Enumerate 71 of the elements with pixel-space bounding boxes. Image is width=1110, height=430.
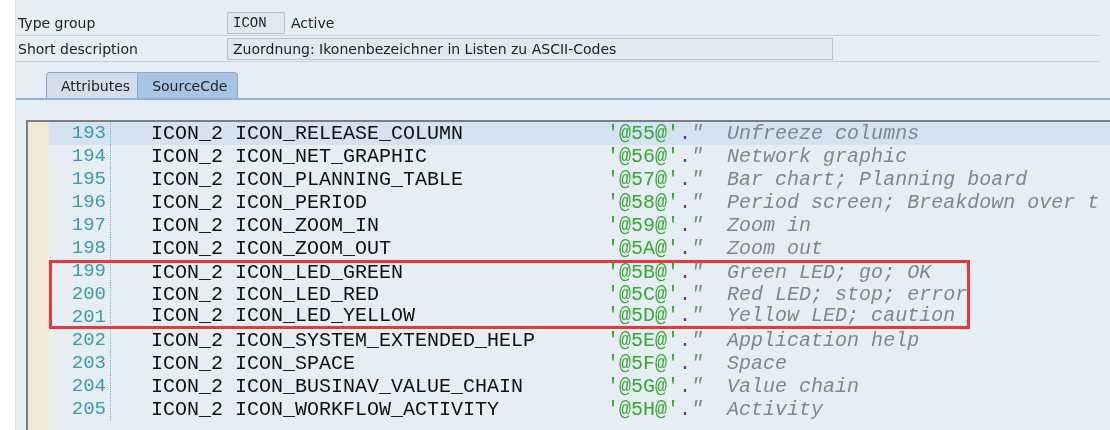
- code-statement: ICON_2 ICON_LED_RED: [151, 284, 381, 305]
- code-comment: " Space: [691, 353, 788, 374]
- code-statement: ICON_2 ICON_SPACE: [151, 353, 357, 374]
- code-statement: ICON_2 ICON_WORKFLOW_ACTIVITY: [151, 399, 501, 420]
- code-comment: " Value chain: [691, 376, 860, 397]
- period-terminator: .: [679, 330, 692, 351]
- line-number: 204: [49, 375, 111, 398]
- period-terminator: .: [679, 306, 692, 326]
- code-statement: ICON_2 ICON_ZOOM_OUT: [151, 238, 393, 259]
- code-statement: ICON_2 ICON_PLANNING_TABLE: [151, 169, 465, 190]
- string-literal: '@5C@': [607, 284, 680, 305]
- line-number: 200: [49, 283, 111, 306]
- code-statement: ICON_2 ICON_NET_GRAPHIC: [151, 146, 429, 167]
- status-text: Active: [291, 14, 335, 31]
- string-literal: '@56@': [607, 146, 680, 167]
- code-comment: " Zoom out: [691, 238, 824, 259]
- code-comment: " Network graphic: [691, 146, 908, 167]
- code-comment: " Zoom in: [691, 215, 812, 236]
- code-statement: ICON_2 ICON_RELEASE_COLUMN: [151, 123, 465, 144]
- code-comment: " Application help: [691, 330, 920, 351]
- code-comment: " Green LED; go; OK: [691, 263, 932, 283]
- code-comment: " Period screen; Breakdown over t: [691, 192, 1100, 213]
- period-terminator: .: [679, 146, 692, 167]
- line-number: 198: [49, 237, 111, 260]
- code-comment: " Unfreeze columns: [691, 123, 920, 144]
- period-terminator: .: [679, 263, 692, 283]
- line-number: 194: [49, 145, 111, 168]
- period-terminator: .: [679, 376, 692, 397]
- code-statement: ICON_2 ICON_SYSTEM_EXTENDED_HELP: [151, 330, 537, 351]
- period-terminator: .: [679, 123, 692, 144]
- line-number: 205: [49, 398, 111, 421]
- code-statement: ICON_2 ICON_BUSINAV_VALUE_CHAIN: [151, 376, 525, 397]
- period-terminator: .: [679, 353, 692, 374]
- string-literal: '@5A@': [607, 238, 680, 259]
- period-terminator: .: [679, 169, 692, 190]
- code-statement: ICON_2 ICON_LED_GREEN: [151, 263, 405, 283]
- tab[interactable]: SourceCde: [137, 72, 239, 98]
- string-literal: '@5D@': [607, 306, 680, 326]
- period-terminator: .: [679, 399, 692, 420]
- string-literal: '@55@': [607, 123, 680, 144]
- period-terminator: .: [679, 215, 692, 236]
- code-comment: " Bar chart; Planning board: [691, 169, 1028, 190]
- input-field[interactable]: Zuordnung: Ikonenbezeichner in Listen zu ASCII-Codes: [227, 37, 833, 60]
- field-label: Type group: [17, 14, 97, 31]
- line-number: 199: [49, 260, 111, 283]
- code-statement: ICON_2 ICON_ZOOM_IN: [151, 215, 381, 236]
- code-comment: " Yellow LED; caution: [691, 306, 956, 326]
- line-number: 202: [49, 329, 111, 352]
- string-literal: '@5G@': [607, 376, 680, 397]
- string-literal: '@5H@': [607, 399, 680, 420]
- period-terminator: .: [679, 238, 692, 259]
- code-statement: ICON_2 ICON_PERIOD: [151, 192, 369, 213]
- line-number: 201: [49, 306, 111, 329]
- field-label: Short description: [17, 40, 139, 57]
- code-statement: ICON_2 ICON_LED_YELLOW: [151, 306, 417, 326]
- string-literal: '@57@': [607, 169, 680, 190]
- code-comment: " Activity: [691, 399, 824, 420]
- code-comment: " Red LED; stop; error: [691, 284, 968, 305]
- line-number: 193: [49, 122, 111, 145]
- input-field[interactable]: ICON: [227, 11, 285, 34]
- line-number: 195: [49, 168, 111, 191]
- string-literal: '@5E@': [607, 330, 680, 351]
- string-literal: '@59@': [607, 215, 680, 236]
- line-number: 196: [49, 191, 111, 214]
- line-number: 203: [49, 352, 111, 375]
- string-literal: '@58@': [607, 192, 680, 213]
- period-terminator: .: [679, 284, 692, 305]
- period-terminator: .: [679, 192, 692, 213]
- string-literal: '@5B@': [607, 263, 680, 283]
- string-literal: '@5F@': [607, 353, 680, 374]
- line-number: 197: [49, 214, 111, 237]
